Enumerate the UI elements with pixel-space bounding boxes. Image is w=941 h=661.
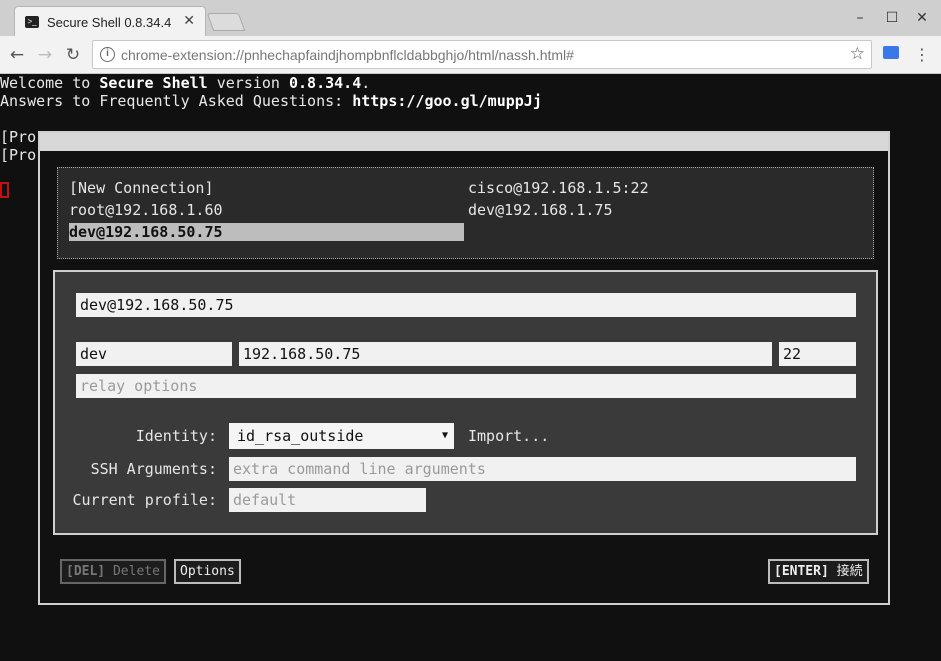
new-tab-button[interactable] <box>206 13 246 31</box>
ssh-arguments-field[interactable]: extra command line arguments <box>229 457 856 481</box>
browser-toolbar: ← → ↻ i chrome-extension://pnhechapfaind… <box>0 36 941 74</box>
profile-item[interactable]: cisco@192.168.1.5:22 <box>468 179 649 197</box>
profile-item[interactable]: dev@192.168.1.75 <box>468 201 613 219</box>
description-field[interactable]: dev@192.168.50.75 <box>76 293 856 317</box>
address-bar[interactable]: i chrome-extension://pnhechapfaindjhompb… <box>92 40 872 69</box>
url-text[interactable]: chrome-extension://pnhechapfaindjhompbnf… <box>121 47 574 63</box>
faq-line: Answers to Frequently Asked Questions: h… <box>0 92 542 110</box>
current-profile-field[interactable]: default <box>229 488 426 512</box>
terminal-cursor <box>0 182 9 198</box>
menu-icon[interactable]: ⋮ <box>912 42 932 68</box>
welcome-line: Welcome to Secure Shell version 0.8.34.4… <box>0 74 371 92</box>
reload-icon[interactable]: ↻ <box>62 44 84 66</box>
username-field[interactable]: dev <box>76 342 232 366</box>
maximize-icon[interactable]: ☐ <box>882 8 902 28</box>
terminal-icon: >_ <box>25 16 39 28</box>
info-icon[interactable]: i <box>100 47 115 62</box>
window-titlebar: >_ Secure Shell 0.8.34.4 ✕ – ☐ ✕ <box>0 0 941 37</box>
delete-button[interactable]: [DEL] Delete <box>60 559 166 584</box>
hostname-field[interactable]: 192.168.50.75 <box>239 342 772 366</box>
dropdown-arrow-icon: ▼ <box>441 430 448 441</box>
minimize-icon[interactable]: – <box>850 8 870 28</box>
tab-title: Secure Shell 0.8.34.4 <box>47 15 172 30</box>
extension-icon[interactable] <box>883 46 899 59</box>
browser-tab[interactable]: >_ Secure Shell 0.8.34.4 ✕ <box>14 6 206 37</box>
version: 0.8.34.4 <box>289 74 362 92</box>
profile-item-new-connection[interactable]: [New Connection] <box>69 179 214 197</box>
options-button[interactable]: Options <box>174 559 241 584</box>
identity-label: Identity: <box>135 427 217 445</box>
app-name: Secure Shell <box>99 74 208 92</box>
profile-item[interactable]: root@192.168.1.60 <box>69 201 223 219</box>
faq-link: https://goo.gl/muppJj <box>352 92 542 110</box>
window-close-icon[interactable]: ✕ <box>912 8 932 28</box>
identity-select[interactable]: id_rsa_outside ▼ <box>229 423 454 449</box>
terminal-line: [Pro <box>0 146 37 164</box>
ssh-arguments-label: SSH Arguments: <box>90 460 217 478</box>
bookmark-star-icon[interactable]: ☆ <box>850 44 865 64</box>
connect-button[interactable]: [ENTER] 接続 <box>768 559 869 584</box>
tab-close-icon[interactable]: ✕ <box>183 12 195 29</box>
profile-list[interactable]: [New Connection] cisco@192.168.1.5:22 ro… <box>57 167 874 259</box>
connection-form: dev@192.168.50.75 dev 192.168.50.75 22 r… <box>53 270 878 535</box>
identity-value: id_rsa_outside <box>237 427 364 445</box>
back-arrow-icon[interactable]: ← <box>6 44 28 66</box>
relay-options-field[interactable]: relay options <box>76 374 856 398</box>
current-profile-label: Current profile: <box>72 491 218 509</box>
profile-item-selected[interactable]: dev@192.168.50.75 <box>69 223 464 241</box>
forward-arrow-icon[interactable]: → <box>34 44 56 66</box>
port-field[interactable]: 22 <box>779 342 856 366</box>
terminal-line: [Pro <box>0 128 37 146</box>
import-identity-link[interactable]: Import... <box>468 427 549 445</box>
